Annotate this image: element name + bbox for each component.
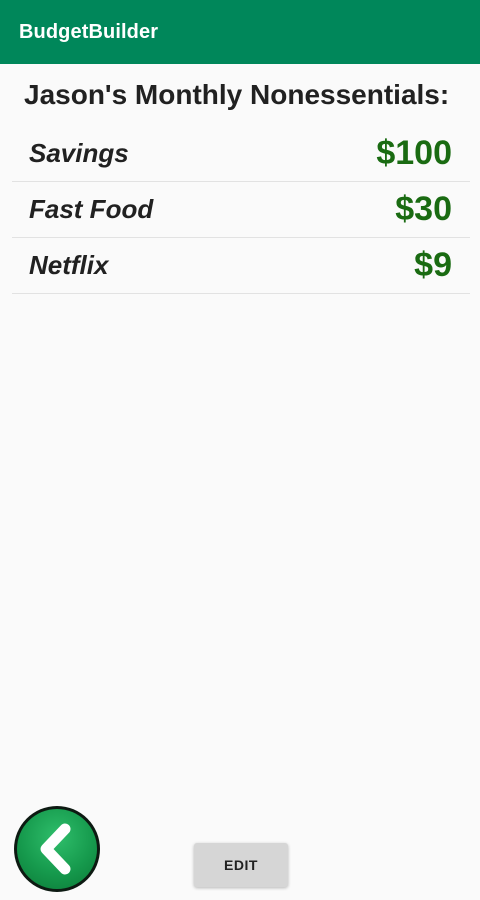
chevron-left-icon	[40, 823, 71, 875]
list-item: Netflix $9	[12, 238, 470, 294]
page-heading: Jason's Monthly Nonessentials:	[24, 79, 450, 110]
app-bar: BudgetBuilder	[0, 0, 480, 64]
expense-list: Savings $100 Fast Food $30 Netflix $9	[12, 126, 470, 294]
list-item: Savings $100	[12, 126, 470, 182]
item-label: Savings	[29, 138, 129, 168]
back-button[interactable]	[14, 806, 100, 892]
item-label: Netflix	[29, 250, 109, 280]
item-amount: $30	[395, 190, 452, 228]
app-title: BudgetBuilder	[19, 20, 159, 43]
back-button-face	[17, 809, 97, 889]
item-amount: $9	[414, 246, 452, 284]
edit-button[interactable]: EDIT	[194, 843, 288, 887]
list-item: Fast Food $30	[12, 182, 470, 238]
item-label: Fast Food	[29, 194, 154, 224]
item-amount: $100	[376, 134, 452, 172]
